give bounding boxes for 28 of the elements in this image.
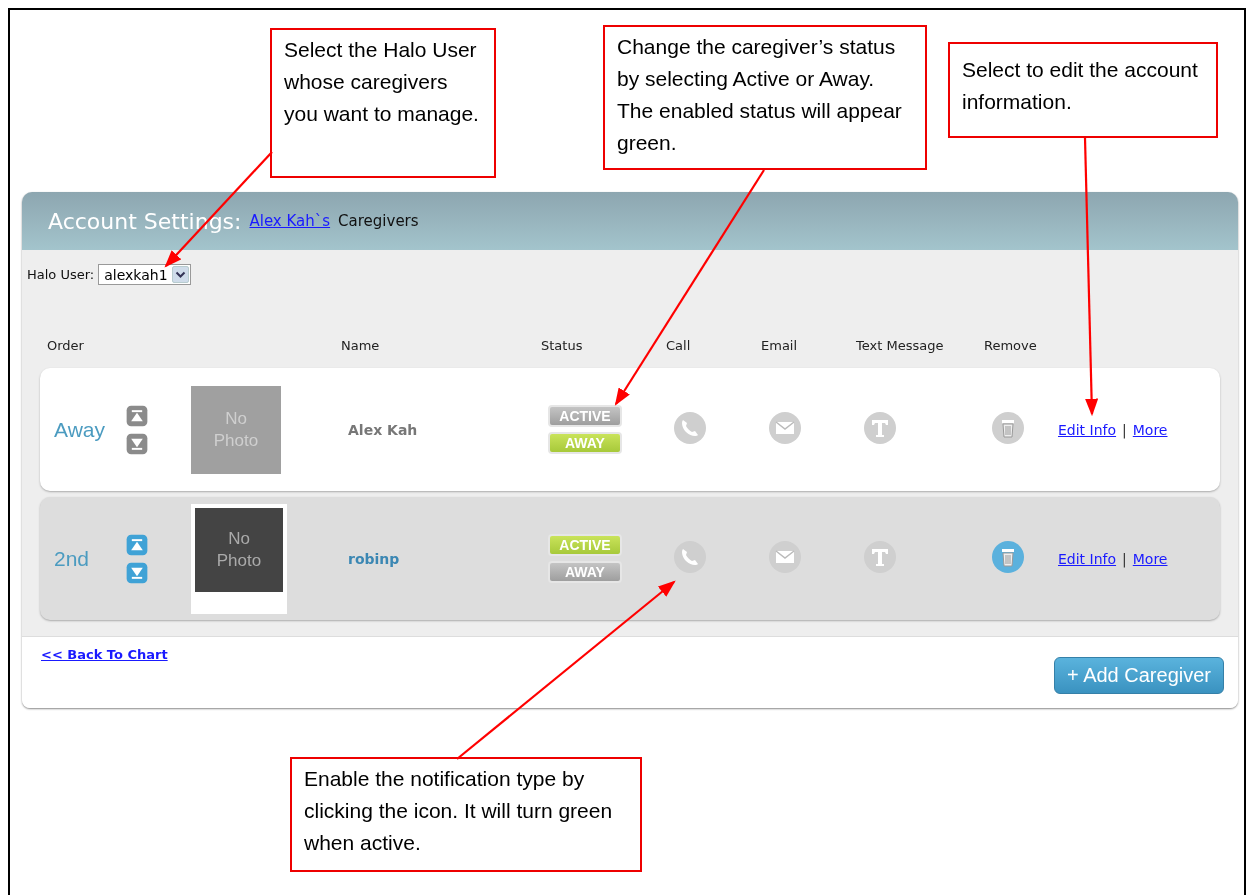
more-link[interactable]: More <box>1132 550 1168 567</box>
column-header: Text Message <box>856 338 944 353</box>
caregiver-name: Alex Kah <box>348 422 418 438</box>
user-select[interactable]: alexkah1 <box>98 264 191 285</box>
back-link[interactable]: << Back To Chart <box>41 647 168 662</box>
column-header: Status <box>541 338 583 353</box>
callout-box: Enable the notification type by clicking the icon. It will turn green when active. <box>290 757 642 872</box>
callout-box: Select to edit the account information. <box>948 42 1218 138</box>
column-header: Name <box>341 338 380 353</box>
more-link[interactable]: More <box>1132 421 1168 438</box>
column-header: Order <box>47 338 84 353</box>
callout-box: Select the Halo User whose caregivers you want to manage. <box>270 28 496 178</box>
callout-box: Change the caregiver’s status by selecting Active or Away. The enabled status will appear green. <box>603 25 927 170</box>
order-label: 2nd <box>54 546 90 570</box>
caregiver-name: robinp <box>348 551 400 567</box>
column-header: Call <box>666 338 691 353</box>
link-separator: | <box>1122 550 1127 567</box>
photo-placeholder: No Photo <box>191 503 287 614</box>
page-subtitle: Caregivers <box>338 212 419 230</box>
link-separator: | <box>1122 421 1127 438</box>
column-header: Email <box>761 338 798 353</box>
field-label: Halo User: <box>27 267 95 282</box>
column-header: Remove <box>984 338 1037 353</box>
edit-info-link[interactable]: Edit Info <box>1058 550 1117 567</box>
order-label: Away <box>54 417 105 441</box>
user-link[interactable]: Alex Kah`s <box>249 212 331 230</box>
caregiver-row[interactable]: 2nd No Photo robinp ACTIVE AWAY Edit Info | More <box>40 497 1220 620</box>
edit-info-link[interactable]: Edit Info <box>1058 421 1117 438</box>
